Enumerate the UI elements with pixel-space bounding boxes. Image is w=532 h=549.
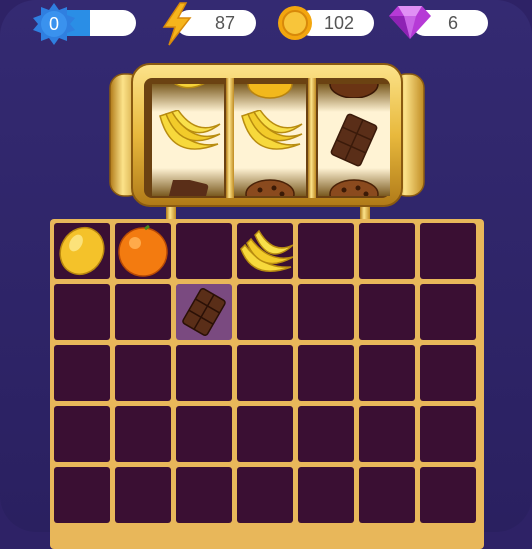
board-cell[interactable] bbox=[359, 223, 415, 279]
board-cell[interactable] bbox=[420, 284, 476, 340]
board-cell[interactable] bbox=[237, 284, 293, 340]
board-cell[interactable] bbox=[298, 345, 354, 401]
board-cell[interactable] bbox=[237, 467, 293, 523]
board-cell[interactable] bbox=[176, 345, 232, 401]
banana-icon bbox=[159, 110, 221, 150]
cookie-icon bbox=[245, 179, 295, 196]
board-cell[interactable] bbox=[115, 345, 171, 401]
board-cell[interactable] bbox=[54, 467, 110, 523]
board-cell[interactable] bbox=[115, 467, 171, 523]
gems-value: 6 bbox=[447, 13, 458, 33]
board-cell[interactable] bbox=[298, 467, 354, 523]
board-cell[interactable] bbox=[54, 284, 110, 340]
board-cell[interactable] bbox=[359, 406, 415, 462]
slot-reel-3 bbox=[318, 84, 390, 196]
coins-value: 102 bbox=[323, 13, 355, 33]
slot-reel-1 bbox=[152, 84, 224, 196]
board-cell[interactable] bbox=[115, 284, 171, 340]
board-cell[interactable] bbox=[420, 467, 476, 523]
banana-icon bbox=[240, 229, 293, 272]
board-cell[interactable] bbox=[176, 467, 232, 523]
gem-icon bbox=[389, 6, 431, 39]
board-cell[interactable] bbox=[420, 223, 476, 279]
cookie-icon bbox=[329, 179, 379, 196]
lemon-icon bbox=[247, 84, 293, 99]
board-cell[interactable] bbox=[298, 223, 354, 279]
board-cell[interactable] bbox=[359, 467, 415, 523]
board-cell[interactable] bbox=[237, 406, 293, 462]
level-number: 0 bbox=[48, 14, 59, 34]
board-cell[interactable] bbox=[298, 406, 354, 462]
coin-icon bbox=[278, 6, 312, 40]
board-cell[interactable] bbox=[237, 345, 293, 401]
slot-machine[interactable] bbox=[108, 62, 426, 222]
lemon-icon bbox=[59, 226, 105, 276]
board-cell[interactable] bbox=[176, 223, 232, 279]
banana-icon bbox=[174, 84, 205, 89]
chocolate-icon bbox=[182, 288, 226, 336]
cookie-icon bbox=[329, 84, 379, 98]
board-cell[interactable] bbox=[115, 223, 171, 279]
orange-icon bbox=[118, 224, 168, 277]
banana-icon bbox=[241, 110, 303, 150]
merge-board bbox=[50, 219, 484, 549]
energy-value: 87 bbox=[214, 13, 236, 33]
board-cell[interactable] bbox=[359, 345, 415, 401]
lightning-icon bbox=[162, 2, 192, 46]
board-cell[interactable] bbox=[420, 345, 476, 401]
board-cell[interactable] bbox=[237, 223, 293, 279]
board-cell[interactable] bbox=[115, 406, 171, 462]
board-cell[interactable] bbox=[298, 284, 354, 340]
chocolate-icon bbox=[167, 180, 209, 196]
board-cell[interactable] bbox=[54, 223, 110, 279]
board-cell[interactable] bbox=[359, 284, 415, 340]
board-cell[interactable] bbox=[54, 406, 110, 462]
chocolate-icon bbox=[330, 113, 378, 167]
board-cell[interactable] bbox=[176, 406, 232, 462]
board-cell[interactable] bbox=[176, 284, 232, 340]
board-cell[interactable] bbox=[54, 345, 110, 401]
slot-reel-2 bbox=[234, 84, 306, 196]
board-cell[interactable] bbox=[420, 406, 476, 462]
